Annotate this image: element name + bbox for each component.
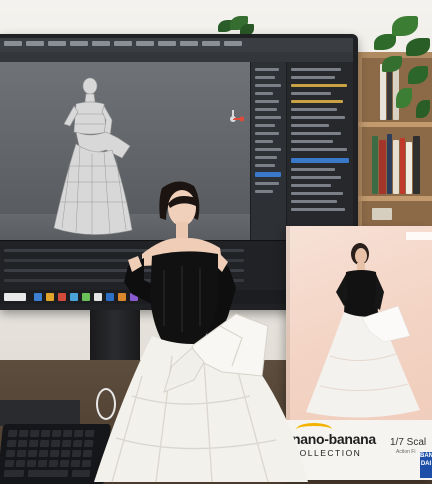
box-scale-sub: Action Fi xyxy=(396,449,416,455)
book xyxy=(372,208,392,220)
maker-logo: BAN DAI xyxy=(420,452,432,478)
box-scale-label: 1/7 Scal xyxy=(390,437,427,448)
book xyxy=(406,142,412,194)
app-toolbar xyxy=(0,52,353,62)
book xyxy=(393,140,399,194)
figure-statue xyxy=(94,181,308,483)
gizmo-icon xyxy=(230,110,244,122)
desk-mat xyxy=(0,400,80,426)
shelf-board xyxy=(356,196,432,201)
book xyxy=(372,136,378,194)
plant-shelf xyxy=(368,4,432,124)
book xyxy=(387,134,392,194)
book xyxy=(413,136,420,194)
box-figure-image xyxy=(306,243,420,418)
app-menubar xyxy=(0,38,353,52)
book xyxy=(379,140,386,194)
book xyxy=(400,138,405,194)
photo-scene: nano-banana COLLECTION 1/7 Scal Action F… xyxy=(0,0,432,484)
